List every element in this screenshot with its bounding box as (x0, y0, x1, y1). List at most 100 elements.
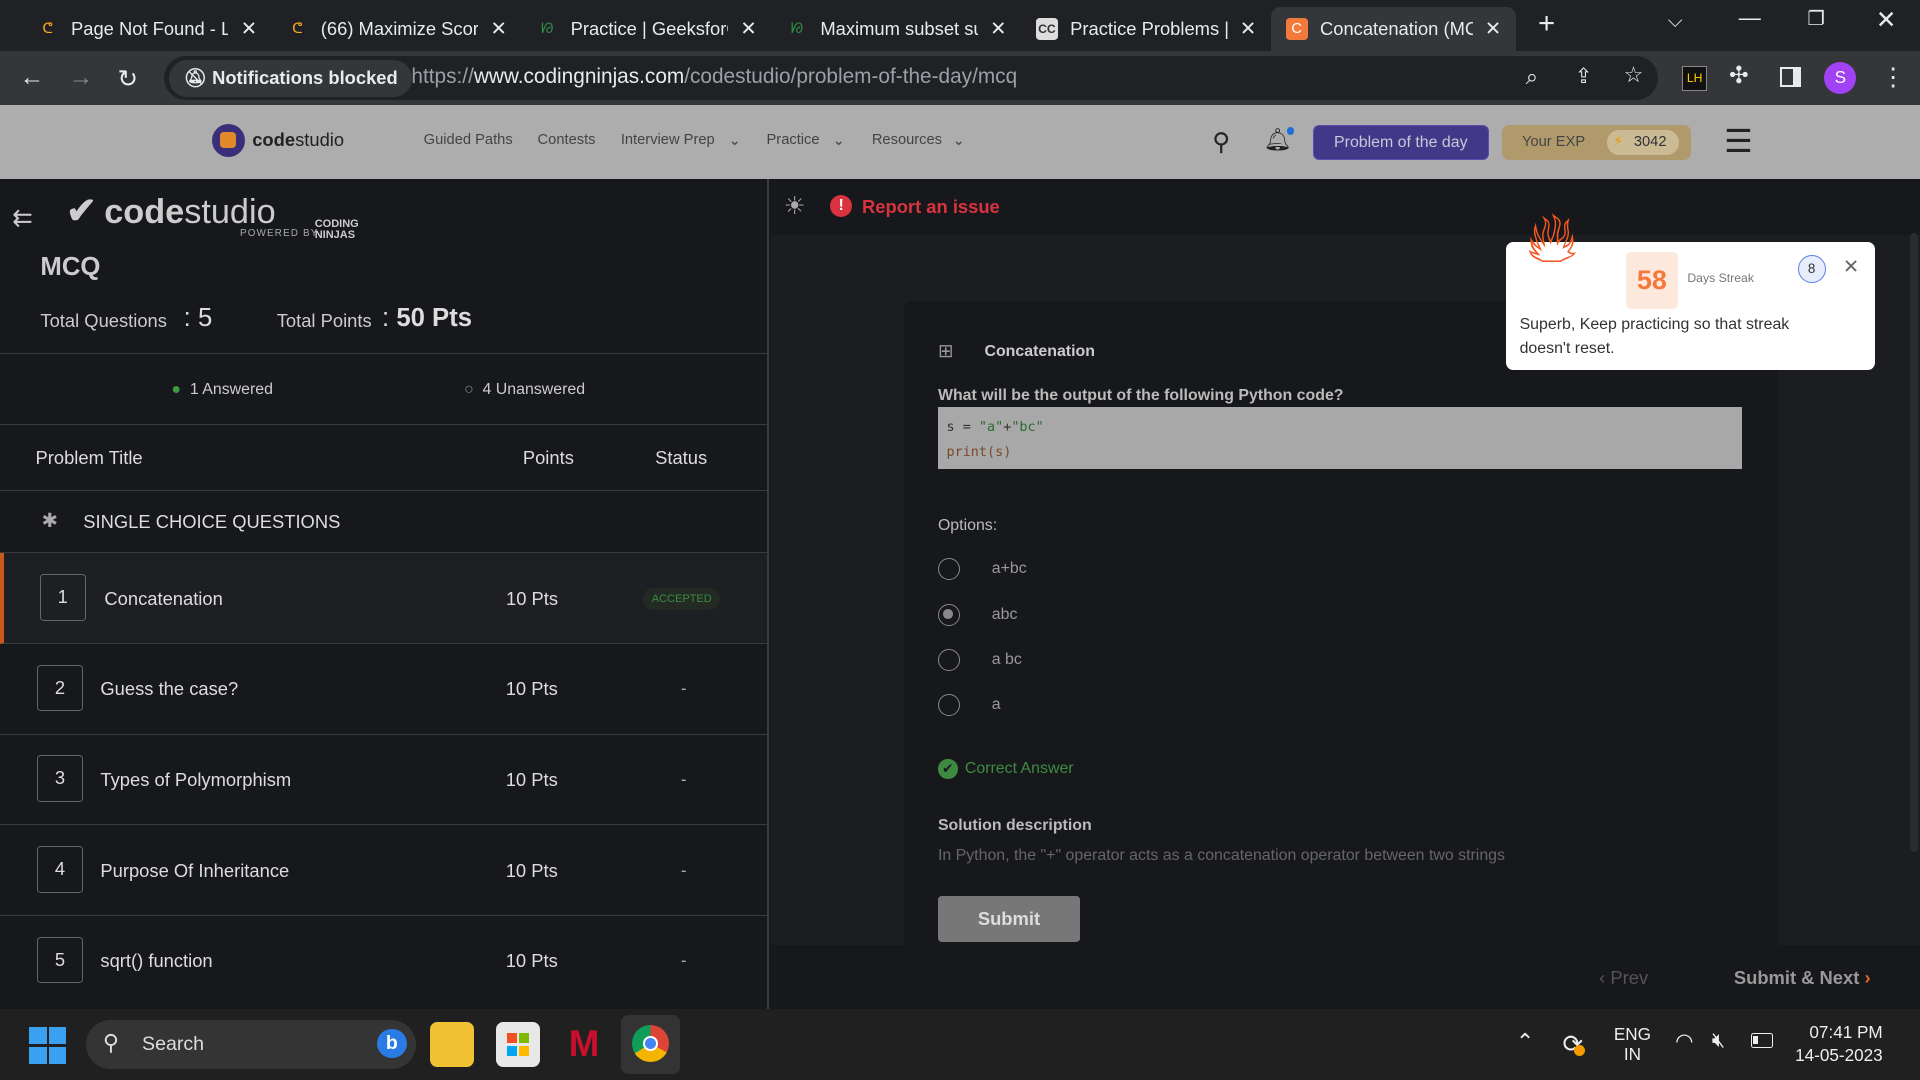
clock[interactable]: 07:41 PM 14-05-2023 (1795, 1021, 1883, 1068)
url-text[interactable]: https://www.codingninjas.com/codestudio/… (411, 65, 1017, 89)
chevron-right-icon: › (1864, 967, 1871, 989)
nav-resources[interactable]: Resources (872, 132, 942, 148)
problem-of-the-day-button[interactable]: Problem of the day (1312, 124, 1489, 161)
option-3[interactable]: a bc (937, 648, 1022, 671)
option-2[interactable]: abc (937, 603, 1017, 626)
unanswered-count: ○ 4 Unanswered (464, 381, 585, 399)
problem-row-2[interactable]: 2 Guess the case? 10 Pts - (0, 644, 767, 735)
answered-label: 1 Answered (189, 380, 273, 398)
browser-menu-icon[interactable]: ⋮ (1881, 62, 1905, 92)
tab-maximum-subset[interactable]: ᘙ Maximum subset sum ✕ (771, 7, 1021, 51)
radio-button-selected[interactable] (937, 603, 960, 626)
exp-badge[interactable]: Your EXP ⚡︎ 3042 (1502, 124, 1691, 161)
gfg-icon: ᘙ (541, 21, 554, 38)
search-icon: ⚲ (102, 1029, 119, 1055)
tab-codechef[interactable]: CC Practice Problems | CodeChef ✕ (1021, 7, 1271, 51)
problem-row-4[interactable]: 4 Purpose Of Inheritance 10 Pts - (0, 825, 767, 916)
problem-row-3[interactable]: 3 Types of Polymorphism 10 Pts - (0, 735, 767, 826)
time: 07:41 PM (1809, 1022, 1883, 1043)
solution-text: In Python, the "+" operator acts as a co… (937, 847, 1505, 865)
hamburger-menu-icon[interactable]: ☰ (1724, 122, 1753, 160)
option-text: a+bc (991, 560, 1027, 578)
language-indicator[interactable]: ENG IN (1614, 1024, 1651, 1066)
submit-next-button[interactable]: Submit & Next › (1734, 967, 1871, 989)
reload-icon[interactable]: ↻ (118, 64, 139, 94)
mcafee-icon[interactable]: M (562, 1022, 606, 1066)
mcq-grid-icon: ⊞ (937, 340, 954, 362)
theme-sun-icon[interactable]: ☀ (784, 191, 806, 221)
file-explorer-icon[interactable] (429, 1022, 474, 1067)
bing-icon[interactable]: b (377, 1028, 407, 1058)
sync-icon[interactable]: ⟳ (1562, 1029, 1586, 1059)
zoom-icon[interactable]: ⌕ (1526, 64, 1538, 90)
notification-bell-icon[interactable]: 🔔︎ (1264, 127, 1295, 153)
search-icon[interactable]: ⚲ (1212, 127, 1230, 157)
omnibox[interactable]: 🔕︎ Notifications blocked https://www.cod… (164, 56, 1658, 101)
profile-avatar[interactable]: S (1824, 62, 1857, 95)
radio-button[interactable] (937, 694, 960, 717)
close-tab-icon[interactable]: ✕ (1485, 17, 1501, 41)
tab-page-not-found[interactable]: ᕦ Page Not Found - LeetCode ✕ (22, 7, 272, 51)
tab-search-chevron-icon[interactable]: ⌵ (1668, 10, 1683, 33)
radio-button[interactable] (937, 648, 960, 671)
wifi-icon[interactable]: ◠ (1675, 1029, 1693, 1054)
report-issue-link[interactable]: Report an issue (862, 196, 1000, 218)
code-line-2: print(s) (946, 444, 1012, 460)
close-tab-icon[interactable]: ✕ (740, 17, 756, 41)
collapse-sidebar-icon[interactable]: ⇇ (12, 203, 33, 233)
windows-start-icon[interactable] (29, 1027, 67, 1065)
microsoft-store-icon[interactable] (495, 1022, 540, 1067)
nav-practice[interactable]: Practice (767, 132, 820, 148)
tab-maximize-score[interactable]: ᕦ (66) Maximize Score ✕ (272, 7, 522, 51)
chevron-up-icon[interactable]: ⌃ (1516, 1029, 1534, 1055)
powered-by: POWERED BY (240, 227, 319, 239)
restore-icon[interactable]: ❐ (1807, 7, 1825, 31)
bookmark-star-icon[interactable]: ☆ (1624, 62, 1644, 88)
option-1[interactable]: a+bc (937, 558, 1027, 581)
unanswered-label: 4 Unanswered (482, 380, 586, 398)
share-icon[interactable]: ⇪ (1575, 64, 1592, 89)
close-tab-icon[interactable]: ✕ (990, 17, 1006, 41)
code-block: s = "a"+"bc" print(s) (937, 406, 1743, 469)
site-header: codestudio Guided Paths Contests Intervi… (0, 105, 1920, 179)
problem-row-5[interactable]: 5 sqrt() function 10 Pts - (0, 916, 767, 1007)
total-questions-label: Total Questions (40, 309, 167, 331)
close-tab-icon[interactable]: ✕ (241, 17, 257, 41)
chrome-taskbar-button[interactable] (620, 1015, 680, 1074)
notifications-blocked-chip[interactable]: 🔕︎ Notifications blocked (168, 59, 413, 97)
minimize-icon[interactable]: — (1739, 5, 1761, 31)
option-text: a (991, 696, 1001, 714)
tab-title: Page Not Found - LeetCode (70, 18, 229, 40)
close-tab-icon[interactable]: ✕ (491, 17, 507, 41)
back-icon[interactable]: ← (20, 64, 44, 92)
submit-next-label: Submit & Next (1733, 967, 1860, 989)
tab-concatenation[interactable]: C Concatenation (MCQ) ✕ (1271, 7, 1516, 52)
notifications-label: Notifications blocked (212, 66, 398, 88)
option-4[interactable]: a (937, 694, 1001, 717)
codestudio-logo[interactable]: codestudio (211, 123, 344, 157)
close-tab-icon[interactable]: ✕ (1240, 17, 1256, 41)
new-tab-icon[interactable]: + (1538, 7, 1555, 41)
nav-contests[interactable]: Contests (538, 132, 596, 148)
nav-guided-paths[interactable]: Guided Paths (424, 132, 513, 148)
submit-button[interactable]: Submit (937, 896, 1080, 942)
extension-lh-icon[interactable]: LH (1682, 66, 1707, 91)
close-window-icon[interactable]: ✕ (1876, 5, 1897, 35)
page-title: MCQ (40, 253, 101, 282)
problem-number: 2 (36, 664, 84, 712)
battery-icon[interactable] (1751, 1033, 1774, 1049)
volume-muted-icon[interactable]: 🔇︎ (1712, 1029, 1725, 1053)
close-icon[interactable]: ✕ (1843, 255, 1859, 279)
nav-interview-prep[interactable]: Interview Prep (621, 132, 715, 148)
scrollbar[interactable] (1910, 232, 1918, 853)
side-panel-icon[interactable] (1780, 67, 1802, 87)
radio-button[interactable] (937, 558, 960, 581)
taskbar-search[interactable]: ⚲ Search b (85, 1019, 417, 1069)
problem-row-1[interactable]: 1 Concatenation 10 Pts ACCEPTED (0, 553, 767, 645)
tab-gfg-practice[interactable]: ᘙ Practice | GeeksforGeeks ✕ (522, 7, 772, 51)
extensions-puzzle-icon[interactable]: ✣ (1729, 62, 1748, 89)
question-toolbar: ☀ ! Report an issue (771, 178, 1920, 236)
code-token: s = (946, 420, 979, 436)
forward-icon[interactable]: → (69, 64, 93, 92)
prev-button[interactable]: ‹ Prev (1599, 967, 1648, 989)
